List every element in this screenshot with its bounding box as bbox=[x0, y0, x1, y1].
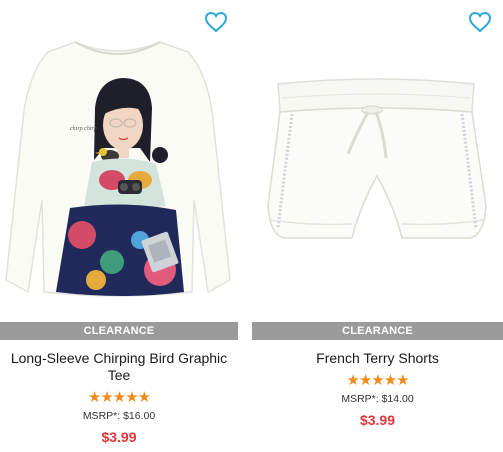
product-name[interactable]: French Terry Shorts bbox=[252, 350, 503, 367]
product-name[interactable]: Long-Sleeve Chirping Bird Graphic Tee bbox=[0, 350, 238, 384]
rating-stars: ★★★★★ bbox=[87, 389, 151, 406]
product-card[interactable]: CLEARANCE French Terry Shorts ★★★★★ MSRP… bbox=[252, 0, 503, 452]
rating-stars: ★★★★★ bbox=[346, 372, 409, 389]
clearance-badge: CLEARANCE bbox=[0, 322, 238, 340]
sale-price: $3.99 bbox=[101, 429, 137, 445]
msrp-price: MSRP*: $16.00 bbox=[82, 410, 156, 422]
product-image[interactable]: chirp chirp bbox=[0, 30, 238, 320]
product-image[interactable] bbox=[252, 30, 503, 320]
sale-price: $3.99 bbox=[359, 412, 396, 428]
clearance-badge: CLEARANCE bbox=[252, 322, 503, 340]
image-lettering: chirp chirp bbox=[70, 126, 97, 132]
msrp-price: MSRP*: $14.00 bbox=[341, 393, 414, 405]
product-card[interactable]: chirp chirp CLEARANCE Long-Sleeve Chirpi… bbox=[0, 0, 238, 452]
